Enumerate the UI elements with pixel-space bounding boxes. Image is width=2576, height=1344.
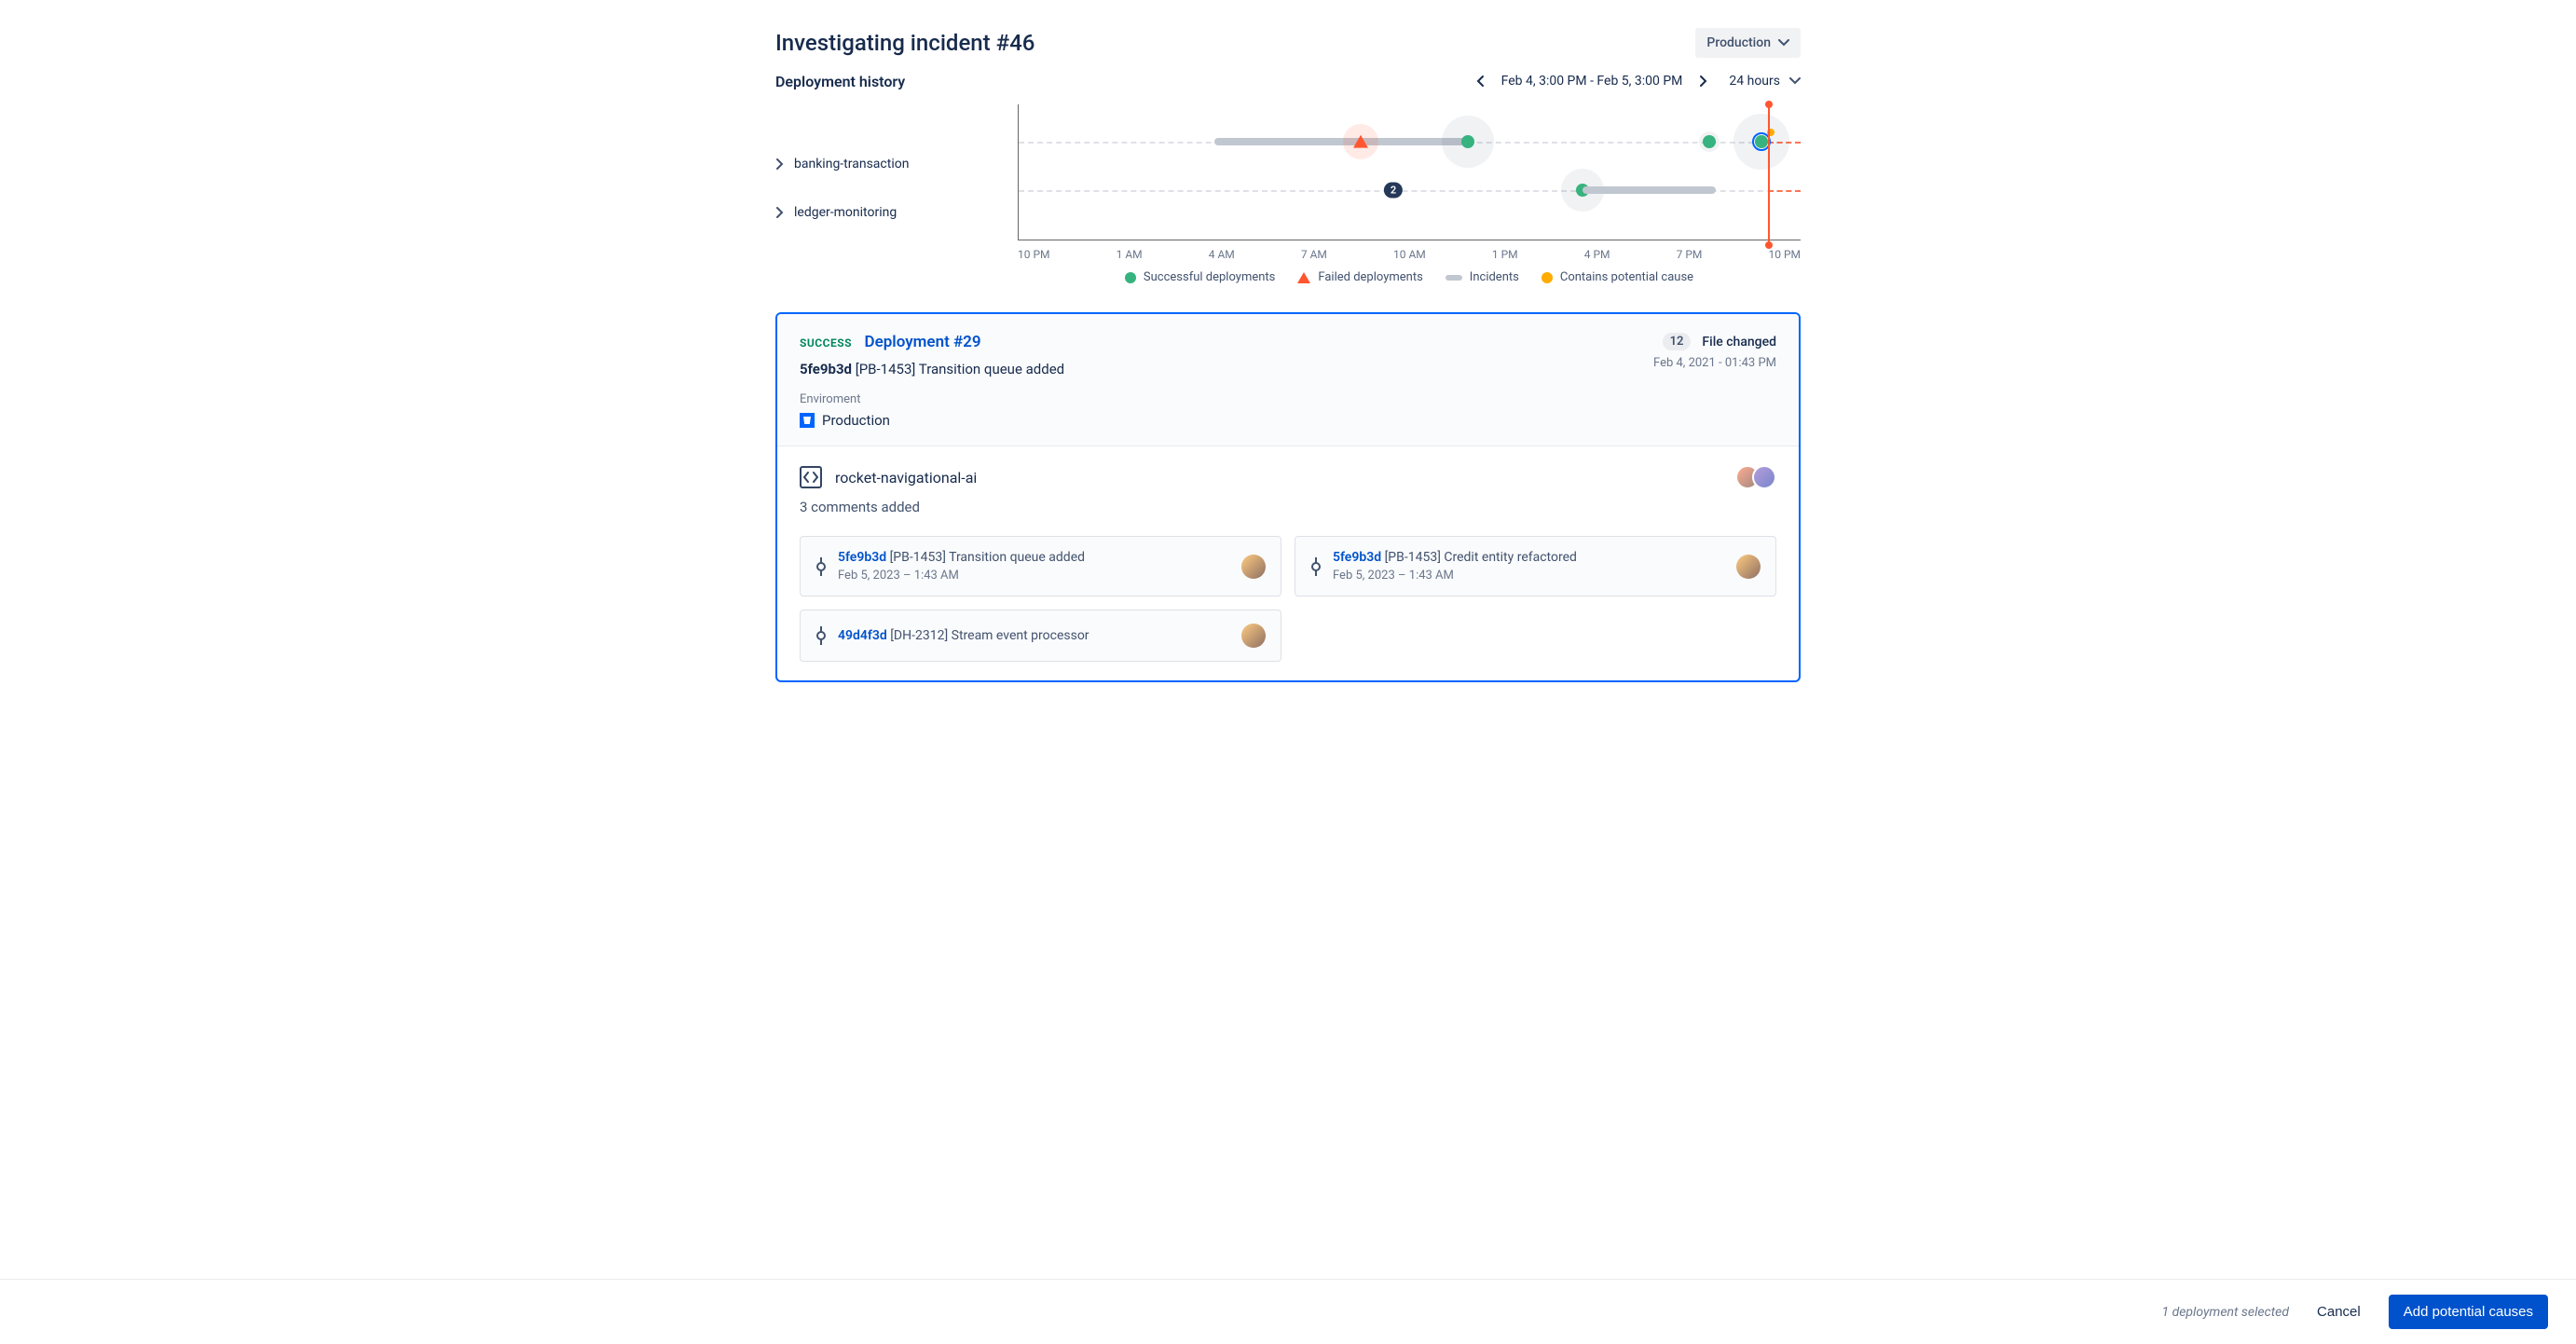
cluster-marker[interactable]: 2 [1384, 183, 1403, 199]
success-deployment-marker[interactable] [1461, 135, 1474, 148]
commit-card[interactable]: 5fe9b3d [PB-1453] Credit entity refactor… [1295, 536, 1776, 597]
commit-card[interactable]: 49d4f3d [DH-2312] Stream event processor [800, 610, 1281, 662]
x-tick: 4 PM [1584, 248, 1610, 261]
chevron-down-icon [1778, 35, 1789, 50]
bitbucket-icon [800, 413, 815, 428]
repo-name[interactable]: rocket-navigational-ai [835, 469, 977, 487]
avatar [1752, 465, 1776, 489]
add-potential-causes-button[interactable]: Add potential causes [2389, 1295, 2548, 1329]
x-tick: 1 PM [1492, 248, 1518, 261]
chevron-right-icon [775, 158, 785, 170]
failed-deployment-marker[interactable] [1353, 135, 1368, 152]
environment-select-label: Production [1706, 35, 1771, 50]
x-tick: 10 AM [1393, 248, 1426, 261]
chevron-right-icon [775, 207, 785, 218]
x-tick: 1 AM [1117, 248, 1143, 261]
contributor-avatars[interactable] [1743, 465, 1776, 489]
commit-node-icon [815, 557, 827, 576]
commit-hash: 5fe9b3d [1333, 550, 1381, 565]
commit-hash: 5fe9b3d [800, 361, 852, 377]
footer-action-bar: 1 deployment selected Cancel Add potenti… [0, 1279, 2576, 1344]
legend-item: Failed deployments [1297, 270, 1422, 284]
file-change-label: File changed [1702, 335, 1776, 350]
range-next-button[interactable] [1695, 71, 1712, 91]
legend-item: Incidents [1446, 270, 1519, 284]
environment-value: Production [822, 412, 890, 429]
environment-label: Enviroment [800, 392, 1064, 406]
service-name: ledger-monitoring [794, 205, 897, 220]
incident-bar[interactable] [1583, 186, 1716, 194]
commit-message: [DH-2312] Stream event processor [890, 628, 1089, 643]
environment-select[interactable]: Production [1695, 28, 1801, 58]
incident-bar[interactable] [1214, 138, 1361, 145]
selection-status: 1 deployment selected [2162, 1305, 2290, 1320]
x-tick: 10 PM [1768, 248, 1801, 261]
commit-hash: 5fe9b3d [838, 550, 886, 565]
commit-hash: 49d4f3d [838, 628, 887, 643]
success-deployment-marker[interactable] [1703, 135, 1716, 148]
commit-date: Feb 5, 2023 – 1:43 AM [838, 569, 1230, 583]
deployment-detail-panel: SUCCESS Deployment #29 5fe9b3d [PB-1453]… [775, 312, 1801, 682]
current-time-marker [1768, 104, 1770, 245]
chevron-down-icon [1789, 74, 1801, 89]
range-window-label: 24 hours [1729, 74, 1780, 89]
x-tick: 7 AM [1301, 248, 1327, 261]
commit-message: [PB-1453] Credit entity refactored [1385, 550, 1577, 565]
avatar [1241, 555, 1266, 579]
commit-card[interactable]: 5fe9b3d [PB-1453] Transition queue added… [800, 536, 1281, 597]
file-change-count: 12 [1663, 333, 1692, 350]
range-label: Feb 4, 3:00 PM - Feb 5, 3:00 PM [1501, 74, 1683, 89]
avatar [1736, 555, 1761, 579]
legend-item: Contains potential cause [1541, 270, 1693, 284]
comments-added-label: 3 comments added [800, 499, 1776, 515]
page-title: Investigating incident #46 [775, 30, 1035, 56]
deployment-link[interactable]: Deployment #29 [865, 333, 981, 351]
deployment-timestamp: Feb 4, 2021 - 01:43 PM [1653, 356, 1776, 370]
status-badge: SUCCESS [800, 336, 852, 350]
commit-node-icon [1310, 557, 1322, 576]
commit-message: [PB-1453] Transition queue added [856, 361, 1064, 377]
code-icon [800, 466, 822, 488]
commit-message: [PB-1453] Transition queue added [890, 550, 1085, 565]
commit-node-icon [815, 626, 827, 645]
x-tick: 7 PM [1677, 248, 1703, 261]
cancel-button[interactable]: Cancel [2308, 1296, 2370, 1327]
range-window-select[interactable]: 24 hours [1729, 74, 1801, 89]
service-row[interactable]: banking-transaction [775, 140, 1018, 188]
section-subtitle: Deployment history [775, 73, 905, 90]
commit-date: Feb 5, 2023 – 1:43 AM [1333, 569, 1725, 583]
service-name: banking-transaction [794, 157, 909, 171]
service-row[interactable]: ledger-monitoring [775, 188, 1018, 237]
x-tick: 10 PM [1018, 248, 1050, 261]
avatar [1241, 624, 1266, 648]
range-prev-button[interactable] [1472, 71, 1488, 91]
deployment-timeline-chart[interactable]: 2 [1018, 104, 1801, 240]
x-tick: 4 AM [1209, 248, 1235, 261]
legend-item: Successful deployments [1125, 270, 1275, 284]
